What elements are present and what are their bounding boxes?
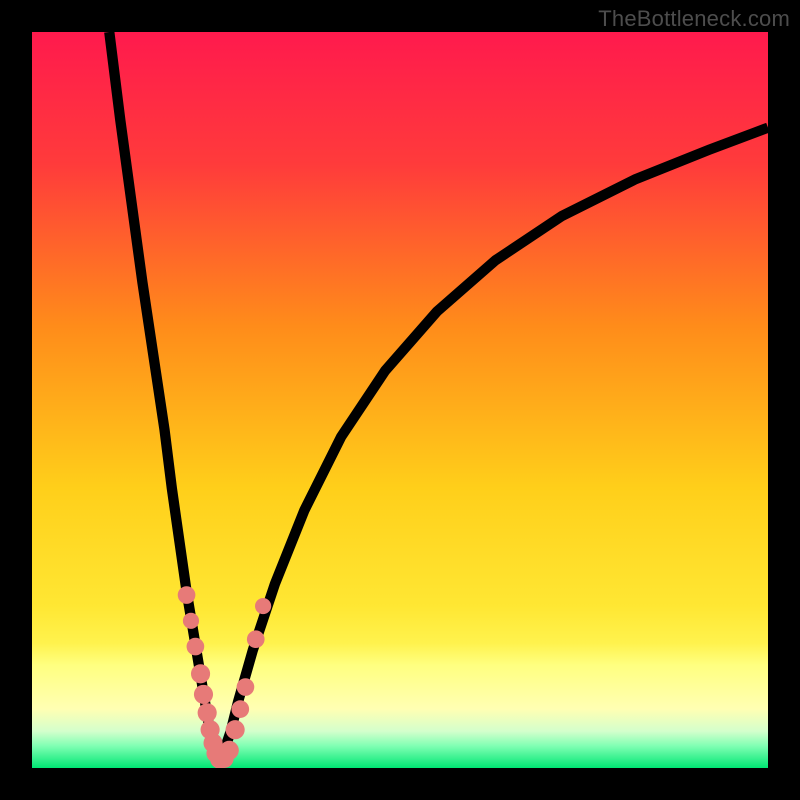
- bead-marker: [220, 741, 239, 760]
- watermark-text: TheBottleneck.com: [598, 6, 790, 32]
- bead-marker: [187, 638, 205, 656]
- bead-marker: [231, 700, 249, 718]
- bead-marker: [191, 664, 210, 683]
- bead-marker: [255, 598, 271, 614]
- bead-marker: [247, 630, 265, 648]
- bead-marker: [237, 678, 255, 696]
- bead-marker: [194, 685, 213, 704]
- bead-marker: [183, 613, 199, 629]
- bead-marker: [178, 586, 196, 604]
- bead-marker: [226, 720, 245, 739]
- gradient-background: [32, 32, 768, 768]
- plot-area: [32, 32, 768, 768]
- chart-frame: TheBottleneck.com: [0, 0, 800, 800]
- bead-marker: [198, 703, 217, 722]
